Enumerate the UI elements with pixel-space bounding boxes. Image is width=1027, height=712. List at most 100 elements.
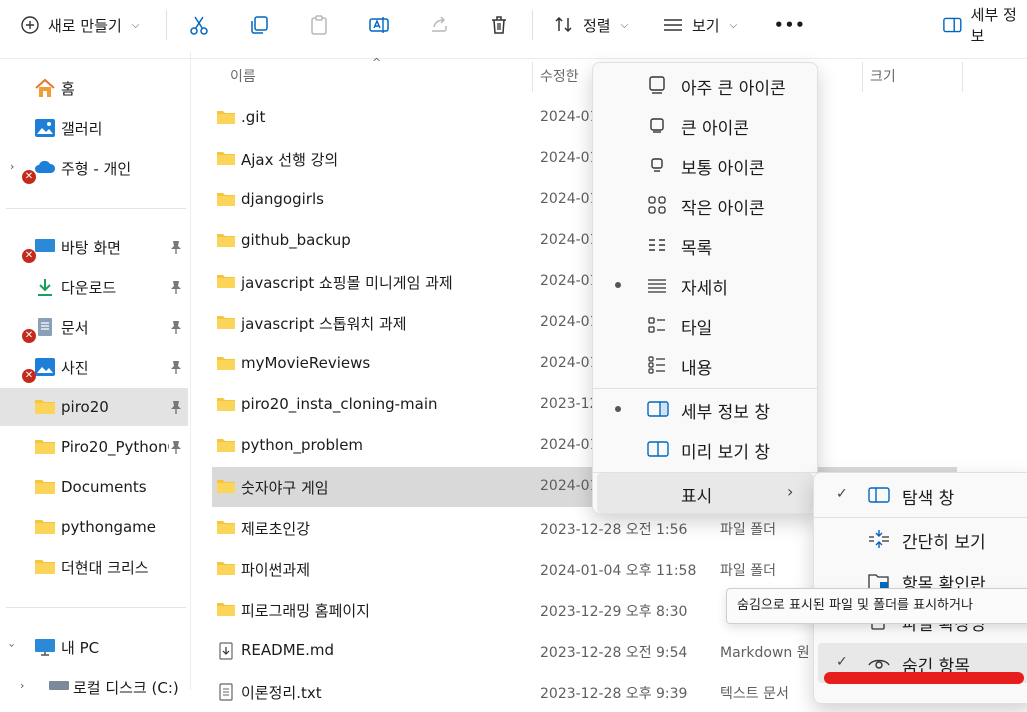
- file-date: 2024-01: [540, 191, 599, 207]
- file-row[interactable]: python_problem 2024-01: [212, 426, 957, 466]
- pin-icon[interactable]: [170, 360, 182, 374]
- sidebar-item-thehyundai[interactable]: 더현대 크리스: [0, 548, 188, 586]
- menu-item-label: 목록: [681, 239, 713, 259]
- sidebar-item-pictures[interactable]: ✕ 사진: [0, 348, 188, 386]
- sidebar-item-onedrive[interactable]: › ✕ 주형 - 개인: [0, 149, 188, 187]
- submenu-item-navigation-pane[interactable]: ✓ 탐색 창: [818, 475, 1027, 515]
- file-row[interactable]: djangogirls 2024-01: [212, 180, 957, 220]
- chevron-right-icon: ›: [787, 482, 794, 501]
- sidebar-item-pythongame[interactable]: pythongame: [0, 508, 188, 546]
- menu-item-medium-icons[interactable]: 보통 아이콘: [597, 145, 813, 185]
- sidebar-item-label: 주형 - 개인: [61, 159, 132, 178]
- pane-splitter[interactable]: [190, 52, 191, 690]
- copy-button[interactable]: [248, 8, 270, 42]
- more-options-button[interactable]: •••: [774, 8, 806, 42]
- menu-item-details-pane[interactable]: 세부 정보 창: [597, 389, 813, 429]
- rename-button[interactable]: [368, 8, 390, 42]
- folder-icon: [217, 521, 235, 534]
- small-icons-icon: [648, 196, 666, 214]
- menu-item-tiles[interactable]: 타일: [597, 305, 813, 345]
- pin-icon[interactable]: [170, 400, 182, 414]
- chevron-down-icon[interactable]: ›: [6, 643, 19, 647]
- file-row[interactable]: piro20_insta_cloning-main 2023-12: [212, 385, 957, 425]
- sidebar-item-piro20[interactable]: piro20: [0, 388, 188, 426]
- file-icon-wrapper: [216, 601, 236, 621]
- share-button[interactable]: [428, 8, 450, 42]
- file-row[interactable]: javascript 쇼핑몰 미니게임 과제 2024-01: [212, 262, 957, 302]
- document-icon: [38, 318, 52, 336]
- sidebar-item-label: 바탕 화면: [61, 238, 121, 257]
- column-header-name[interactable]: 이름: [230, 60, 256, 92]
- file-name: python_problem: [241, 436, 364, 454]
- delete-button[interactable]: [488, 8, 510, 42]
- preview-pane-icon: [647, 441, 669, 457]
- sidebar-item-label: 홈: [61, 79, 75, 98]
- pin-icon[interactable]: [170, 240, 182, 254]
- menu-item-content[interactable]: 내용: [597, 345, 813, 385]
- sidebar-item-label: pythongame: [61, 518, 157, 536]
- menu-item-show[interactable]: 표시 ›: [597, 473, 813, 513]
- folder-icon: [217, 398, 235, 411]
- column-divider[interactable]: [962, 62, 963, 92]
- column-header-size[interactable]: 크기: [870, 60, 896, 92]
- column-header-date[interactable]: 수정한: [540, 60, 579, 92]
- file-row[interactable]: Ajax 선행 강의 2024-01: [212, 139, 957, 179]
- sidebar-item-gallery[interactable]: 갤러리: [0, 109, 188, 147]
- file-icon-wrapper: [216, 314, 236, 334]
- plus-circle-icon: [21, 16, 39, 34]
- sidebar-item-label: Piro20_PythonG: [61, 438, 169, 456]
- paste-button[interactable]: [308, 8, 330, 42]
- menu-item-small-icons[interactable]: 작은 아이콘: [597, 185, 813, 225]
- pin-icon[interactable]: [170, 440, 182, 454]
- menu-item-details[interactable]: 자세히: [597, 265, 813, 305]
- pictures-icon: [35, 358, 55, 376]
- sort-button-label: 정렬: [583, 16, 611, 35]
- tiles-icon: [648, 317, 665, 333]
- toolbar-divider: [166, 10, 167, 40]
- view-button[interactable]: 보기 ⌵: [662, 8, 737, 42]
- folder-icon: [217, 603, 235, 616]
- menu-item-large-icons[interactable]: 큰 아이콘: [597, 105, 813, 145]
- chevron-down-icon: ⌵: [729, 19, 738, 31]
- file-icon-wrapper: [216, 519, 236, 539]
- view-button-label: 보기: [692, 16, 720, 35]
- sidebar-item-this-pc[interactable]: › 내 PC: [0, 628, 188, 666]
- menu-item-list[interactable]: 목록: [597, 225, 813, 265]
- file-icon-wrapper: [216, 683, 236, 705]
- sidebar-item-local-disk[interactable]: › 로컬 디스크 (C:): [0, 668, 188, 706]
- file-row[interactable]: javascript 스톱워치 과제 2024-01: [212, 303, 957, 343]
- menu-item-label: 세부 정보 창: [681, 403, 771, 423]
- details-pane-icon: [647, 401, 669, 417]
- menu-item-extra-large-icons[interactable]: 아주 큰 아이콘: [597, 65, 813, 105]
- file-date: 2024-01: [540, 150, 599, 166]
- file-type: Markdown 원: [720, 645, 810, 661]
- file-row[interactable]: .git 2024-01: [212, 98, 957, 138]
- chevron-right-icon[interactable]: ›: [10, 160, 14, 173]
- file-icon-wrapper: [216, 560, 236, 580]
- sort-button[interactable]: 정렬 ⌵: [553, 8, 628, 42]
- sidebar-item-piro20-pythong[interactable]: Piro20_PythonG: [0, 428, 188, 466]
- sidebar-item-home[interactable]: 홈: [0, 69, 188, 107]
- menu-item-preview-pane[interactable]: 미리 보기 창: [597, 429, 813, 469]
- submenu-item-compact-view[interactable]: 간단히 보기: [818, 519, 1027, 559]
- sidebar-item-desktop[interactable]: ✕ 바탕 화면: [0, 228, 188, 266]
- column-divider[interactable]: [862, 62, 863, 92]
- column-divider[interactable]: [532, 62, 533, 92]
- file-row[interactable]: myMovieReviews 2024-01: [212, 344, 957, 384]
- details-pane-button[interactable]: 세부 정보: [942, 6, 1027, 45]
- pin-icon[interactable]: [170, 320, 182, 334]
- toolbar-divider: [532, 10, 533, 40]
- file-row[interactable]: github_backup 2024-01: [212, 221, 957, 261]
- sidebar-item-downloads[interactable]: 다운로드: [0, 268, 188, 306]
- sidebar-item-documents[interactable]: ✕ 문서: [0, 308, 188, 346]
- file-date: 2024-01: [540, 478, 599, 494]
- sidebar-item-label: 로컬 디스크 (C:): [73, 678, 179, 697]
- sidebar-item-documents-folder[interactable]: Documents: [0, 468, 188, 506]
- pin-icon[interactable]: [170, 280, 182, 294]
- new-button[interactable]: 새로 만들기 ⌵: [20, 8, 139, 42]
- file-icon-wrapper: [216, 642, 236, 664]
- cut-button[interactable]: [188, 8, 210, 42]
- file-date: 2023-12: [540, 396, 599, 412]
- chevron-right-icon[interactable]: ›: [20, 679, 24, 692]
- file-name: piro20_insta_cloning-main: [241, 395, 438, 413]
